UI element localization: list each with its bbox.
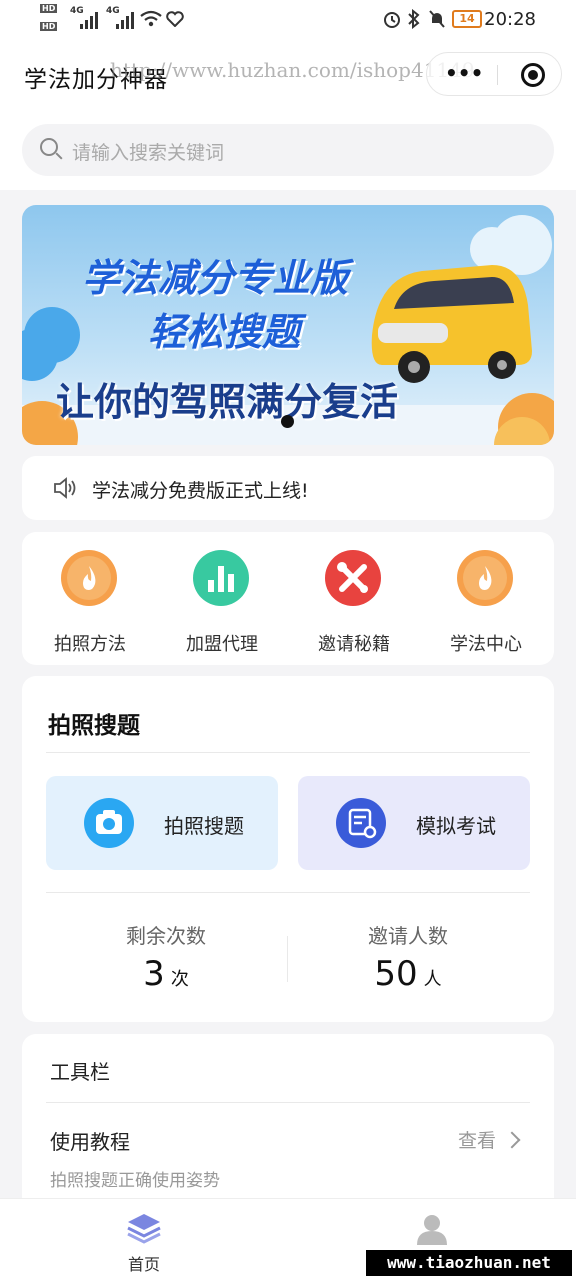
- exam-icon: [336, 798, 386, 848]
- remaining-count-label: 剩余次数: [126, 924, 206, 948]
- quick-action-agent[interactable]: 加盟代理: [172, 548, 272, 655]
- banner-subheadline: 轻松搜题: [148, 310, 301, 354]
- photo-search-button[interactable]: 拍照搜题: [46, 776, 278, 870]
- more-icon[interactable]: •••: [445, 61, 483, 85]
- announcement-bar[interactable]: 学法减分免费版正式上线!: [22, 456, 554, 520]
- announcement-text: 学法减分免费版正式上线!: [92, 480, 309, 502]
- quick-action-study-center[interactable]: 学法中心: [436, 548, 536, 655]
- photo-search-card: 拍照搜题 拍照搜题 模拟考试 剩余次数 3次 邀请人数 50 人: [22, 676, 554, 1022]
- bar-chart-icon: [193, 550, 249, 606]
- search-bar[interactable]: 请输入搜索关键词: [22, 124, 554, 176]
- capsule-divider: [497, 65, 498, 85]
- tile-label: 模拟考试: [416, 814, 496, 838]
- stat-number: 50: [374, 954, 418, 994]
- search-input[interactable]: 请输入搜索关键词: [72, 138, 224, 165]
- layers-icon: [127, 1214, 161, 1244]
- carousel-indicator-dot[interactable]: [281, 415, 294, 428]
- mock-exam-button[interactable]: 模拟考试: [298, 776, 530, 870]
- divider: [46, 892, 530, 893]
- quick-action-label: 学法中心: [450, 634, 522, 655]
- bluetooth-icon: [408, 9, 420, 29]
- quick-actions-panel: 拍照方法 加盟代理 邀请秘籍 学法中心: [22, 532, 554, 665]
- signal-icon: [116, 12, 134, 29]
- speaker-icon: [54, 477, 76, 499]
- stat-divider: [287, 936, 288, 982]
- banner-headline: 学法减分专业版: [82, 256, 349, 300]
- battery-icon: 14: [452, 10, 482, 28]
- view-link[interactable]: 查看: [458, 1126, 496, 1153]
- section-title: 工具栏: [50, 1060, 110, 1084]
- stat-number: 3: [143, 954, 165, 994]
- watermark-badge: www.tiaozhuan.net: [366, 1250, 572, 1276]
- section-title: 拍照搜题: [48, 713, 140, 739]
- invited-count-label: 邀请人数: [368, 924, 448, 948]
- signal-icon: [80, 12, 98, 29]
- wifi-icon: [140, 10, 162, 27]
- search-icon: [40, 138, 58, 156]
- quick-action-label: 邀请秘籍: [318, 634, 390, 655]
- toolbar-card: 工具栏 使用教程 拍照搜题正确使用姿势 查看: [22, 1034, 554, 1214]
- divider: [46, 1102, 530, 1103]
- fire-icon: [61, 550, 117, 606]
- quick-action-invite[interactable]: 邀请秘籍: [304, 548, 404, 655]
- chevron-right-icon: [503, 1131, 521, 1149]
- invited-count-value: 50 人: [298, 954, 518, 994]
- close-target-icon[interactable]: [521, 63, 545, 87]
- tile-label: 拍照搜题: [164, 814, 244, 838]
- quick-action-label: 拍照方法: [54, 634, 126, 655]
- tab-home-label: 首页: [127, 1255, 160, 1274]
- stat-unit: 人: [423, 969, 442, 990]
- user-icon: [417, 1215, 447, 1245]
- clock: 20:28: [484, 9, 536, 30]
- heart-icon: [166, 11, 184, 27]
- tab-home[interactable]: 首页: [104, 1207, 184, 1274]
- divider: [46, 752, 530, 753]
- banner-slogan: 让你的驾照满分复活: [56, 380, 399, 424]
- tools-icon: [325, 550, 381, 606]
- camera-icon: [84, 798, 134, 848]
- fire-icon: [457, 550, 513, 606]
- tutorial-subtitle: 拍照搜题正确使用姿势: [50, 1171, 220, 1191]
- hd-badge: HD: [40, 22, 58, 31]
- status-bar: HD HD 4G 4G 14 20:28: [0, 0, 576, 38]
- mini-program-capsule[interactable]: •••: [426, 52, 562, 96]
- stat-unit: 次: [170, 969, 189, 990]
- alarm-icon: [384, 12, 400, 28]
- watermark-text: http://www.huzhan.com/ishop41149: [110, 58, 475, 82]
- app-header: 学法加分神器 http://www.huzhan.com/ishop41149 …: [0, 38, 576, 190]
- tutorial-label: 使用教程: [50, 1130, 130, 1154]
- promo-banner[interactable]: 学法减分专业版 轻松搜题 让你的驾照满分复活: [22, 205, 554, 445]
- hd-badge: HD: [40, 4, 58, 13]
- quick-action-photo-method[interactable]: 拍照方法: [40, 548, 140, 655]
- mute-icon: [429, 10, 445, 28]
- remaining-count-value: 3次: [56, 954, 276, 994]
- quick-action-label: 加盟代理: [186, 634, 258, 655]
- car-icon: [371, 265, 532, 383]
